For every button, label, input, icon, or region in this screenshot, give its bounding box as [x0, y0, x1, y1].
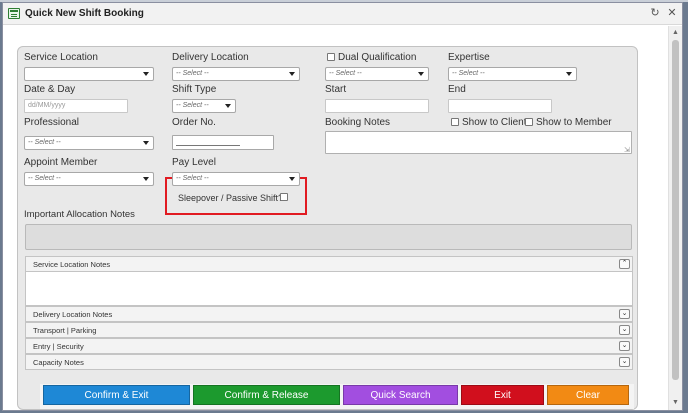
expertise-label: Expertise — [448, 52, 490, 63]
confirm-release-button[interactable]: Confirm & Release — [193, 385, 340, 405]
chevron-down-icon[interactable]: ⌄ — [619, 341, 630, 351]
scroll-thumb[interactable] — [672, 40, 679, 380]
chevron-down-icon[interactable]: ⌄ — [619, 357, 630, 367]
dual-qualification-select[interactable]: -- Select -- — [325, 67, 429, 81]
professional-select[interactable]: -- Select -- — [24, 136, 154, 150]
sleepover-label: Sleepover / Passive Shift? — [178, 193, 284, 203]
title-bar[interactable]: Quick New Shift Booking ↻ ✕ — [3, 3, 682, 25]
delivery-location-label: Delivery Location — [172, 52, 249, 63]
scroll-up-icon[interactable]: ▲ — [669, 27, 682, 39]
booking-dialog: Quick New Shift Booking ↻ ✕ Service Loca… — [2, 2, 683, 411]
dropdown-arrow-icon — [143, 141, 149, 145]
accordion-delivery-location-notes[interactable]: Delivery Location Notes ⌄ — [25, 306, 633, 322]
dropdown-arrow-icon — [566, 72, 572, 76]
order-no-input[interactable] — [172, 135, 274, 150]
accordion-capacity-notes[interactable]: Capacity Notes ⌄ — [25, 354, 633, 370]
expertise-select[interactable]: -- Select -- — [448, 67, 577, 81]
end-input[interactable] — [448, 99, 552, 113]
show-to-member-checkbox[interactable] — [525, 118, 533, 126]
accordion-label: Capacity Notes — [33, 358, 84, 367]
accordion-transport-parking[interactable]: Transport | Parking ⌄ — [25, 322, 633, 338]
scroll-down-icon[interactable]: ▼ — [669, 397, 682, 409]
booking-notes-label: Booking Notes — [325, 117, 391, 128]
pay-level-select[interactable]: -- Select -- — [172, 172, 300, 186]
chevron-down-icon[interactable]: ⌄ — [619, 325, 630, 335]
important-notes-field[interactable] — [25, 224, 632, 250]
date-input[interactable]: dd/MM/yyyy — [24, 99, 128, 113]
professional-label: Professional — [24, 117, 80, 128]
resize-handle-icon[interactable]: ⇲ — [624, 146, 630, 154]
appoint-member-label: Appoint Member — [24, 157, 98, 168]
exit-button[interactable]: Exit — [461, 385, 544, 405]
accordion-label: Service Location Notes — [33, 260, 111, 269]
accordion-label: Delivery Location Notes — [33, 310, 113, 319]
sleepover-checkbox[interactable] — [280, 193, 288, 201]
dropdown-arrow-icon — [225, 104, 231, 108]
service-location-select[interactable] — [24, 67, 154, 81]
shift-type-label: Shift Type — [172, 84, 217, 95]
order-no-label: Order No. — [172, 117, 216, 128]
confirm-exit-button[interactable]: Confirm & Exit — [43, 385, 190, 405]
delivery-location-select[interactable]: -- Select -- — [172, 67, 300, 81]
service-location-notes-body[interactable] — [25, 272, 633, 306]
chevron-down-icon[interactable]: ⌄ — [619, 309, 630, 319]
form-icon — [8, 8, 20, 19]
vertical-scrollbar[interactable]: ▲ ▼ — [668, 26, 682, 410]
accordion-entry-security[interactable]: Entry | Security ⌄ — [25, 338, 633, 354]
booking-notes-textarea[interactable] — [325, 131, 632, 154]
dropdown-arrow-icon — [289, 72, 295, 76]
service-location-label: Service Location — [24, 52, 98, 63]
restore-icon[interactable]: ↻ — [648, 6, 662, 20]
dual-qualification-checkbox[interactable] — [327, 53, 335, 61]
pay-level-label: Pay Level — [172, 157, 216, 168]
show-to-member-label: Show to Member — [536, 117, 612, 128]
dropdown-arrow-icon — [143, 72, 149, 76]
dropdown-arrow-icon — [418, 72, 424, 76]
window-title: Quick New Shift Booking — [25, 8, 144, 19]
shift-type-select[interactable]: -- Select -- — [172, 99, 236, 113]
dropdown-arrow-icon — [289, 177, 295, 181]
accordion-label: Entry | Security — [33, 342, 84, 351]
important-notes-label: Important Allocation Notes — [24, 209, 135, 220]
dialog-content: Service Location Delivery Location -- Se… — [3, 26, 668, 410]
dual-qualification-label: Dual Qualification — [338, 52, 417, 63]
date-day-label: Date & Day — [24, 84, 76, 95]
start-input[interactable] — [325, 99, 429, 113]
chevron-up-icon[interactable]: ⌃ — [619, 259, 630, 269]
quick-search-button[interactable]: Quick Search — [343, 385, 458, 405]
show-to-client-checkbox[interactable] — [451, 118, 459, 126]
accordion-label: Transport | Parking — [33, 326, 97, 335]
start-label: Start — [325, 84, 347, 95]
close-icon[interactable]: ✕ — [665, 6, 679, 20]
accordion-service-location-notes[interactable]: Service Location Notes ⌃ — [25, 256, 633, 272]
clear-button[interactable]: Clear — [547, 385, 629, 405]
order-no-underline — [176, 145, 240, 146]
end-label: End — [448, 84, 466, 95]
show-to-client-label: Show to Client — [462, 117, 527, 128]
appoint-member-select[interactable]: -- Select -- — [24, 172, 154, 186]
dropdown-arrow-icon — [143, 177, 149, 181]
